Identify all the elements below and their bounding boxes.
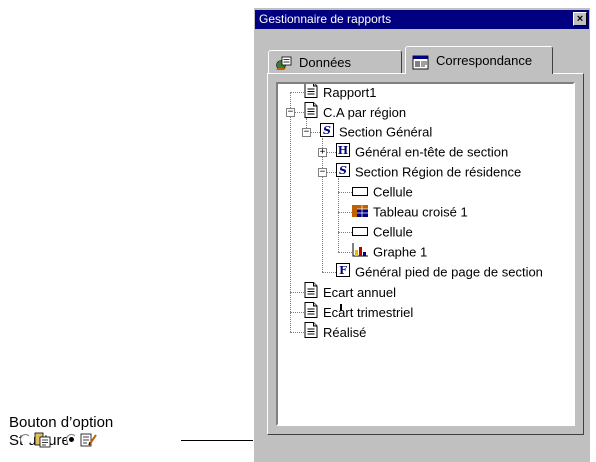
cell-icon (352, 183, 368, 203)
tree-connector (338, 178, 339, 252)
tree-node-label: Général pied de page de section (355, 264, 543, 280)
tree-lines: Rapport1 − C.A par région − S Section Général… (278, 84, 573, 424)
callout-line-1: Bouton d’option (9, 414, 114, 431)
tab-content: Rapport1 − C.A par région − S Section Général… (267, 73, 584, 435)
report-tree-view[interactable]: Rapport1 − C.A par région − S Section Général… (276, 82, 575, 426)
tree-node[interactable]: Graphe 1 (352, 242, 427, 262)
tree-node[interactable]: Cellule (352, 222, 413, 242)
tree-node[interactable]: Réalisé (304, 322, 366, 342)
footer-icon: F (336, 262, 350, 283)
report-icon (304, 302, 318, 324)
map-tab-icon (412, 53, 430, 81)
section-icon: S (336, 162, 350, 183)
document-radio-button[interactable] (20, 434, 31, 445)
tree-node[interactable]: S Section Région de résidence (336, 162, 521, 182)
tree-node-label: Tableau croisé 1 (373, 204, 468, 220)
section-icon: S (320, 122, 334, 143)
header-icon: H (336, 142, 350, 163)
tree-connector (322, 272, 336, 273)
window-title: Gestionnaire de rapports (259, 12, 392, 26)
tree-node-label: Section Région de résidence (355, 164, 522, 180)
tree-node[interactable]: F Général pied de page de section (336, 262, 543, 282)
close-button[interactable]: × (573, 12, 587, 26)
tree-node[interactable]: C.A par région (304, 102, 406, 122)
document-structure-icon (34, 432, 52, 453)
cell-icon (352, 223, 368, 243)
tree-node-label: C.A par région (323, 105, 407, 120)
tree-connector (290, 92, 291, 332)
tree-connector (290, 292, 304, 293)
svg-text:S: S (323, 124, 331, 137)
collapse-toggle[interactable]: − (318, 168, 327, 177)
report-icon (304, 102, 318, 124)
tree-node[interactable]: Cellule (352, 182, 413, 202)
expand-toggle[interactable]: + (318, 148, 327, 157)
structure-radio-button[interactable] (66, 434, 77, 445)
tree-node-label: Général en-tête de section (355, 144, 509, 160)
text-cursor-mark (340, 304, 342, 311)
structure-option-icon (80, 432, 98, 453)
tree-node[interactable]: Ecart annuel (304, 282, 396, 302)
tree-connector (338, 232, 352, 233)
tree-node-label: Rapport1 (323, 85, 377, 100)
tab-donnees[interactable]: Données (268, 50, 402, 74)
svg-text:F: F (339, 264, 347, 277)
tree-connector (338, 192, 352, 193)
tree-node-label: Section Général (339, 124, 433, 140)
tree-node-label: Réalisé (323, 325, 367, 340)
report-icon (304, 84, 318, 104)
report-icon (304, 322, 318, 344)
tab-donnees-label: Données (299, 55, 352, 70)
tree-connector (322, 138, 323, 272)
tree-node-label: Ecart annuel (323, 285, 396, 300)
tree-connector (290, 332, 304, 333)
tree-connector (338, 212, 352, 213)
tree-node[interactable]: Ecart trimestriel (304, 302, 413, 322)
view-option-group (20, 432, 140, 450)
svg-text:S: S (339, 164, 347, 177)
tree-connector (290, 312, 304, 313)
tree-connector (338, 252, 352, 253)
tree-node-label: Ecart trimestriel (323, 305, 414, 320)
tab-correspondance[interactable]: Correspondance (405, 46, 553, 74)
tree-connector (290, 92, 304, 93)
report-icon (304, 282, 318, 304)
report-manager-panel: Gestionnaire de rapports × Données Corre… (253, 8, 590, 462)
tree-node[interactable]: S Section Général (320, 122, 432, 142)
tree-node[interactable]: Tableau croisé 1 (352, 202, 468, 222)
tree-node-label: Cellule (373, 224, 413, 240)
chart-icon (352, 242, 368, 263)
collapse-toggle[interactable]: − (302, 128, 311, 137)
tree-node[interactable]: Rapport1 (304, 84, 377, 104)
title-bar: Gestionnaire de rapports × (255, 10, 589, 29)
tree-node[interactable]: H Général en-tête de section (336, 142, 508, 162)
crosstab-icon (352, 203, 368, 223)
tree-node-label: Graphe 1 (373, 244, 428, 260)
tab-correspondance-label: Correspondance (436, 53, 533, 68)
tree-node-label: Cellule (373, 184, 413, 200)
svg-text:H: H (338, 144, 348, 157)
collapse-toggle[interactable]: − (286, 108, 295, 117)
